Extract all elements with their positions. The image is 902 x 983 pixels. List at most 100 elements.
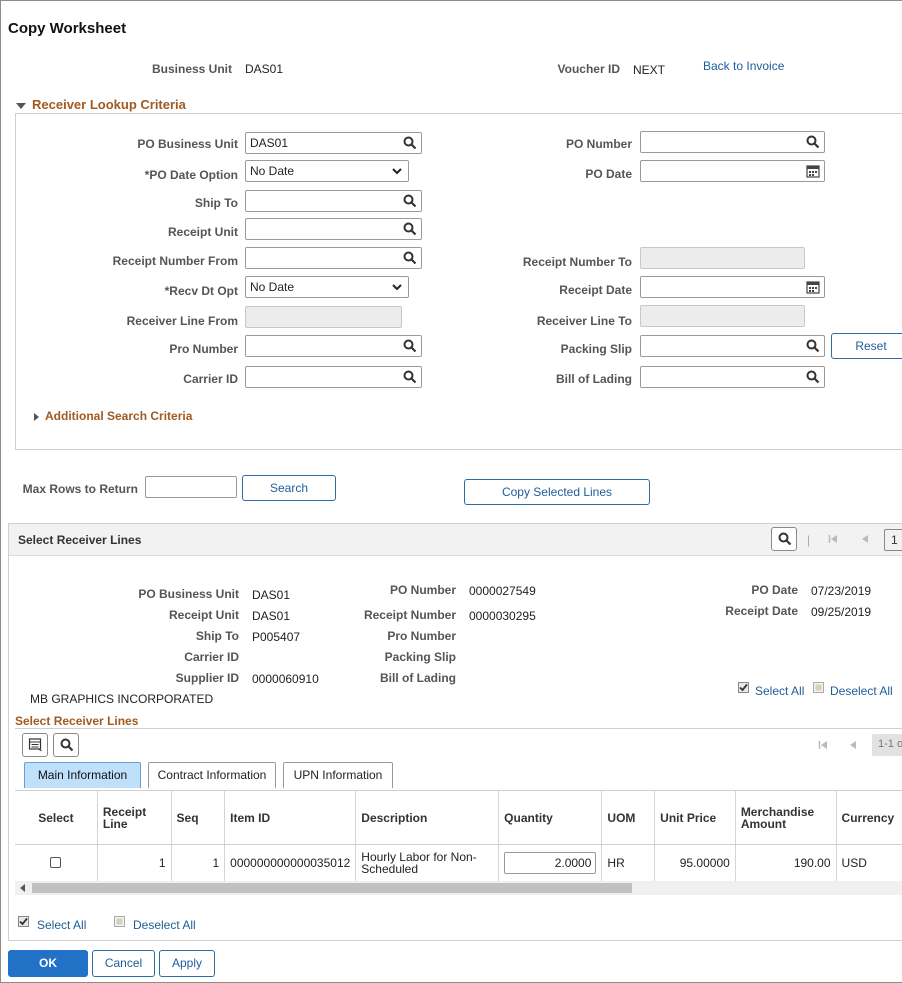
- grid-find-button[interactable]: [53, 733, 79, 757]
- quantity-input[interactable]: 2.0000: [504, 852, 597, 874]
- receiver-line-to-label: Receiver Line To: [536, 314, 632, 328]
- rcv-pro-number-label: Pro Number: [387, 629, 456, 643]
- expand-triangle-icon: [34, 412, 39, 421]
- page-number: 1: [891, 533, 898, 547]
- bill-of-lading-input[interactable]: [640, 366, 825, 388]
- search-icon: [60, 738, 74, 752]
- po-business-unit-input[interactable]: DAS01: [245, 132, 422, 154]
- rcv-receipt-date-label: Receipt Date: [725, 604, 798, 618]
- receipt-date-input[interactable]: [640, 276, 825, 298]
- rcv-supplier-id-value: 0000060910: [252, 672, 319, 686]
- receipt-number-from-input[interactable]: [245, 247, 422, 269]
- receipt-number-from-label: Receipt Number From: [112, 254, 238, 268]
- ship-to-input[interactable]: [245, 190, 422, 212]
- apply-button[interactable]: Apply: [159, 950, 215, 977]
- po-date-option-label: *PO Date Option: [144, 168, 238, 182]
- back-to-invoice-link[interactable]: Back to Invoice: [703, 59, 784, 73]
- lines-select-all-link[interactable]: Select All: [37, 918, 86, 932]
- rcv-deselect-all-link[interactable]: Deselect All: [830, 684, 893, 698]
- additional-search-criteria-toggle[interactable]: Additional Search Criteria: [34, 409, 192, 423]
- rcv-supplier-id-label: Supplier ID: [175, 671, 239, 685]
- search-icon[interactable]: [806, 339, 820, 353]
- search-icon[interactable]: [403, 194, 417, 208]
- chevron-down-icon: [392, 284, 402, 291]
- page-number-box[interactable]: 1: [884, 529, 902, 551]
- po-number-label: PO Number: [565, 137, 632, 151]
- currency-cell: USD: [836, 844, 902, 882]
- select-all-checkbox-icon[interactable]: [738, 682, 749, 693]
- receipt-unit-input[interactable]: [245, 218, 422, 240]
- description-cell: Hourly Labor for Non-Scheduled: [355, 844, 500, 882]
- packing-slip-input[interactable]: [640, 335, 825, 357]
- rcv-carrier-id-label: Carrier ID: [184, 650, 239, 664]
- search-button[interactable]: Search: [242, 475, 336, 501]
- po-date-label: PO Date: [585, 167, 632, 181]
- horizontal-scrollbar[interactable]: [15, 881, 902, 895]
- grid-pager-text: 1-1 o: [878, 738, 902, 750]
- lines-deselect-all-checkbox-icon[interactable]: [114, 916, 125, 927]
- receiver-line-from-input: [245, 306, 402, 328]
- search-icon[interactable]: [403, 370, 417, 384]
- grid-first-page-icon[interactable]: [818, 740, 828, 750]
- scrollbar-thumb[interactable]: [32, 883, 632, 893]
- business-unit-value: DAS01: [245, 62, 284, 76]
- rcv-bill-of-lading-label: Bill of Lading: [380, 671, 456, 685]
- col-quantity: Quantity: [498, 790, 603, 845]
- first-page-icon[interactable]: [828, 534, 838, 544]
- scroll-left-icon[interactable]: [19, 884, 27, 892]
- rcv-select-all-link[interactable]: Select All: [755, 684, 804, 698]
- receiver-lookup-criteria-toggle[interactable]: Receiver Lookup Criteria: [16, 97, 186, 112]
- grid-view-icon: [28, 738, 42, 752]
- tab-contract-information[interactable]: Contract Information: [148, 762, 276, 788]
- search-icon[interactable]: [403, 222, 417, 236]
- rcv-po-number-label: PO Number: [389, 583, 456, 597]
- po-date-option-value: No Date: [250, 164, 295, 178]
- voucher-id-value: NEXT: [633, 63, 666, 77]
- rcv-ship-to-label: Ship To: [195, 629, 239, 643]
- item-id-cell: 000000000000035012: [224, 844, 357, 882]
- grid-previous-page-icon[interactable]: [848, 740, 858, 750]
- search-icon[interactable]: [403, 136, 417, 150]
- calendar-icon[interactable]: [806, 280, 820, 294]
- rcv-supplier-name: MB GRAPHICS INCORPORATED: [30, 692, 214, 706]
- col-currency: Currency: [836, 790, 902, 845]
- packing-slip-label: Packing Slip: [560, 342, 632, 356]
- lines-deselect-all-link[interactable]: Deselect All: [133, 918, 196, 932]
- ok-button[interactable]: OK: [8, 950, 88, 977]
- tab-upn-information[interactable]: UPN Information: [283, 762, 393, 788]
- col-seq: Seq: [171, 790, 226, 845]
- deselect-all-checkbox-icon[interactable]: [813, 682, 824, 693]
- search-icon: [778, 532, 792, 546]
- ship-to-label: Ship To: [194, 196, 238, 210]
- po-number-input[interactable]: [640, 131, 825, 153]
- search-icon[interactable]: [806, 135, 820, 149]
- carrier-id-input[interactable]: [245, 366, 422, 388]
- row-select-checkbox[interactable]: [50, 856, 62, 868]
- pro-number-input[interactable]: [245, 335, 422, 357]
- collapse-triangle-icon: [16, 102, 26, 109]
- po-date-input[interactable]: [640, 160, 825, 182]
- search-icon[interactable]: [806, 370, 820, 384]
- tab-main-information[interactable]: Main Information: [24, 762, 141, 788]
- find-button[interactable]: [771, 527, 797, 551]
- search-icon[interactable]: [403, 251, 417, 265]
- max-rows-input[interactable]: [145, 476, 237, 498]
- previous-page-icon[interactable]: [860, 534, 870, 544]
- lines-section-title: Select Receiver Lines: [15, 714, 139, 728]
- search-icon[interactable]: [403, 339, 417, 353]
- unit-price-cell: 95.00000: [654, 844, 736, 882]
- voucher-id-label: Voucher ID: [557, 62, 620, 76]
- receiver-line-to-input: [640, 305, 805, 327]
- cancel-button[interactable]: Cancel: [92, 950, 155, 977]
- view-all-button[interactable]: [22, 733, 48, 757]
- po-date-option-select[interactable]: No Date: [245, 160, 409, 182]
- rcv-receipt-date-value: 09/25/2019: [811, 605, 872, 619]
- copy-selected-lines-button[interactable]: Copy Selected Lines: [464, 479, 650, 505]
- reset-button[interactable]: Reset: [831, 333, 902, 359]
- lines-select-all-checkbox-icon[interactable]: [18, 916, 29, 927]
- pro-number-label: Pro Number: [169, 342, 238, 356]
- receipt-number-to-input: [640, 247, 805, 269]
- calendar-icon[interactable]: [806, 164, 820, 178]
- rcv-packing-slip-label: Packing Slip: [384, 650, 456, 664]
- recv-dt-opt-select[interactable]: No Date: [245, 276, 409, 298]
